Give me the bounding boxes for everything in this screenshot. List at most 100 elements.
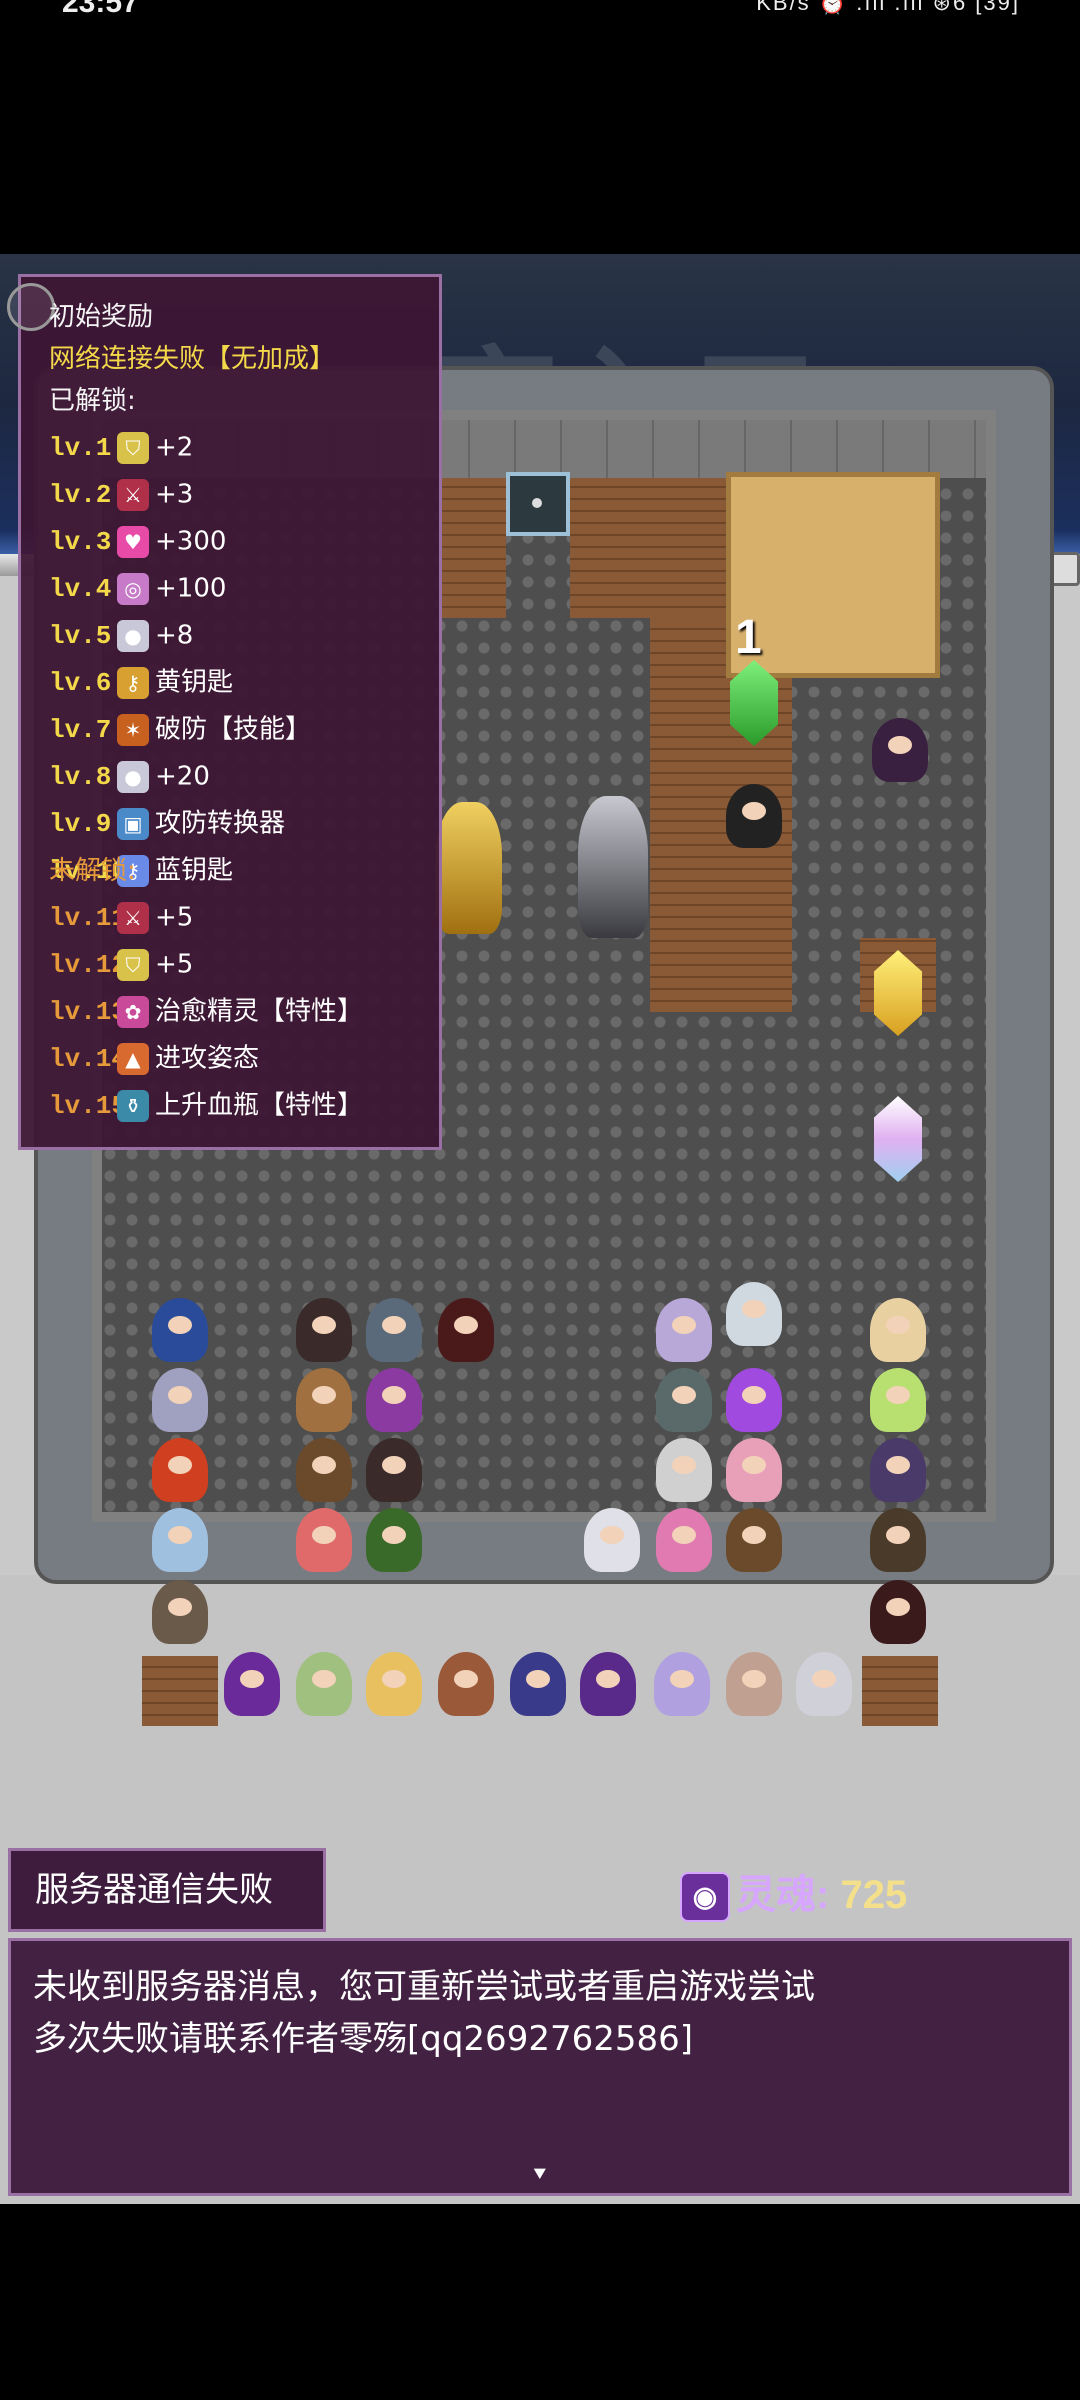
soul-icon: ◉ bbox=[680, 1872, 730, 1923]
locked-header: 未解锁: bbox=[49, 856, 136, 886]
reward-level: lv.8 bbox=[49, 762, 112, 792]
reward-level: lv.15 bbox=[49, 1091, 128, 1121]
monster-sprite[interactable] bbox=[366, 1508, 422, 1572]
monster-sprite[interactable] bbox=[152, 1368, 208, 1432]
reward-level: lv.5 bbox=[49, 621, 112, 651]
reward-row: lv.11⚔ +5 bbox=[49, 897, 193, 937]
soul-counter: ◉ 灵魂: 725 bbox=[680, 1862, 907, 1923]
reward-row: lv.12⛉ +5 bbox=[49, 944, 193, 984]
initial-reward-panel: 初始奖励 网络连接失败【无加成】 已解锁: lv.1 ⛉ +2 lv.2 ⚔ +3 lv.3… bbox=[7, 274, 442, 1150]
reward-level: lv.4 bbox=[49, 574, 112, 604]
reward-row: lv.4 ◎ +100 bbox=[49, 568, 226, 608]
npc-character[interactable] bbox=[872, 718, 928, 782]
monster-sprite[interactable] bbox=[870, 1438, 926, 1502]
computer-icon: ▣ bbox=[117, 807, 149, 840]
monster-sprite[interactable] bbox=[438, 1298, 494, 1362]
reward-level: lv.7 bbox=[49, 715, 112, 745]
demon-statue[interactable] bbox=[578, 796, 648, 938]
reward-row: lv.8 ● +20 bbox=[49, 756, 210, 796]
monster-sprite[interactable] bbox=[152, 1298, 208, 1362]
heart-icon: ♥ bbox=[117, 525, 149, 558]
monster-sprite[interactable] bbox=[584, 1508, 640, 1572]
monster-sprite[interactable] bbox=[438, 1652, 494, 1716]
monster-sprite[interactable] bbox=[656, 1508, 712, 1572]
monster-sprite[interactable] bbox=[870, 1580, 926, 1644]
monster-sprite[interactable] bbox=[726, 1282, 782, 1346]
room-number: 1 bbox=[735, 611, 762, 664]
error-message-line2: 多次失败请联系作者零殇[qq2692762586] bbox=[33, 2019, 694, 2059]
reward-text: +5 bbox=[155, 949, 194, 980]
monster-sprite[interactable] bbox=[580, 1652, 636, 1716]
error-message-line1: 未收到服务器消息，您可重新尝试或者重启游戏尝试 bbox=[33, 1967, 815, 2007]
reward-text: +20 bbox=[155, 761, 210, 792]
menu-toggle-button[interactable] bbox=[7, 283, 55, 331]
fairy-icon: ✿ bbox=[117, 995, 149, 1028]
monster-sprite[interactable] bbox=[296, 1508, 352, 1572]
reward-text: 进攻姿态 bbox=[155, 1043, 260, 1074]
reward-level: lv.13 bbox=[49, 997, 128, 1027]
monster-sprite[interactable] bbox=[870, 1298, 926, 1362]
monster-sprite[interactable] bbox=[296, 1368, 352, 1432]
reward-text: +2 bbox=[155, 432, 194, 463]
reward-row: lv.6 ⚷ 黄钥匙 bbox=[49, 662, 233, 702]
atk-icon: ▲ bbox=[117, 1042, 149, 1075]
yellow-key-icon: ⚷ bbox=[117, 666, 149, 699]
status-time: 23:57 bbox=[62, 0, 139, 19]
reward-row: lv.1 ⛉ +2 bbox=[49, 427, 193, 467]
monster-sprite[interactable] bbox=[296, 1298, 352, 1362]
monster-sprite[interactable] bbox=[726, 1368, 782, 1432]
brick-floor bbox=[570, 478, 726, 618]
network-status: 网络连接失败【无加成】 bbox=[49, 344, 336, 374]
teleport-tile[interactable] bbox=[506, 472, 570, 536]
reward-row: lv.7 ✶ 破防【技能】 bbox=[49, 709, 311, 749]
monster-sprite[interactable] bbox=[656, 1368, 712, 1432]
status-icons: KB/s ⏰ .ıll .ıll ⊛6 [39] bbox=[756, 0, 1020, 15]
monster-sprite[interactable] bbox=[796, 1652, 852, 1716]
monster-sprite[interactable] bbox=[152, 1508, 208, 1572]
brick-floor bbox=[142, 1656, 218, 1726]
orb-icon: ● bbox=[117, 619, 149, 652]
reward-row: lv.9 ▣ 攻防转换器 bbox=[49, 803, 285, 843]
reward-text: 攻防转换器 bbox=[155, 808, 286, 839]
error-dialog[interactable]: 未收到服务器消息，您可重新尝试或者重启游戏尝试 多次失败请联系作者零殇[qq26… bbox=[8, 1938, 1072, 2196]
monster-sprite[interactable] bbox=[726, 1652, 782, 1716]
error-title: 服务器通信失败 bbox=[8, 1848, 326, 1932]
monster-sprite[interactable] bbox=[510, 1652, 566, 1716]
monster-sprite[interactable] bbox=[366, 1368, 422, 1432]
sword-icon: ⚔ bbox=[117, 478, 149, 511]
monster-sprite[interactable] bbox=[656, 1298, 712, 1362]
monster-sprite[interactable] bbox=[654, 1652, 710, 1716]
potion-icon: ⚱ bbox=[117, 1089, 149, 1122]
gold-statue[interactable] bbox=[436, 802, 502, 934]
monster-sprite[interactable] bbox=[870, 1508, 926, 1572]
monster-sprite[interactable] bbox=[726, 1438, 782, 1502]
monster-sprite[interactable] bbox=[366, 1652, 422, 1716]
continue-arrow-icon[interactable]: ⯆ bbox=[531, 2163, 549, 2188]
monster-sprite[interactable] bbox=[152, 1580, 208, 1644]
reward-level: lv.1 bbox=[49, 433, 112, 463]
navigation-area bbox=[0, 2204, 1080, 2400]
monster-sprite[interactable] bbox=[656, 1438, 712, 1502]
status-bar: 23:57 KB/s ⏰ .ıll .ıll ⊛6 [39] bbox=[0, 0, 1080, 40]
monster-sprite[interactable] bbox=[296, 1652, 352, 1716]
monster-sprite[interactable] bbox=[366, 1298, 422, 1362]
claw-icon: ✶ bbox=[117, 713, 149, 746]
shield-icon: ⛉ bbox=[117, 431, 149, 464]
monster-sprite[interactable] bbox=[870, 1368, 926, 1432]
monster-sprite[interactable] bbox=[726, 1508, 782, 1572]
reward-text: +5 bbox=[155, 902, 194, 933]
reward-row: lv.2 ⚔ +3 bbox=[49, 474, 193, 514]
reward-row: lv.14▲ 进攻姿态 bbox=[49, 1038, 259, 1078]
reward-row: lv.15⚱ 上升血瓶【特性】 bbox=[49, 1085, 363, 1125]
monster-sprite[interactable] bbox=[366, 1438, 422, 1502]
reward-level: lv.14 bbox=[49, 1044, 128, 1074]
monster-sprite[interactable] bbox=[296, 1438, 352, 1502]
orb-icon: ● bbox=[117, 760, 149, 793]
reward-text: 破防【技能】 bbox=[155, 714, 312, 745]
monster-sprite[interactable] bbox=[224, 1652, 280, 1716]
hero-character[interactable] bbox=[726, 784, 782, 848]
reward-text: +100 bbox=[155, 573, 227, 604]
reward-text: 治愈精灵【特性】 bbox=[155, 996, 364, 1027]
monster-sprite[interactable] bbox=[152, 1438, 208, 1502]
reward-level: lv.11 bbox=[49, 903, 128, 933]
